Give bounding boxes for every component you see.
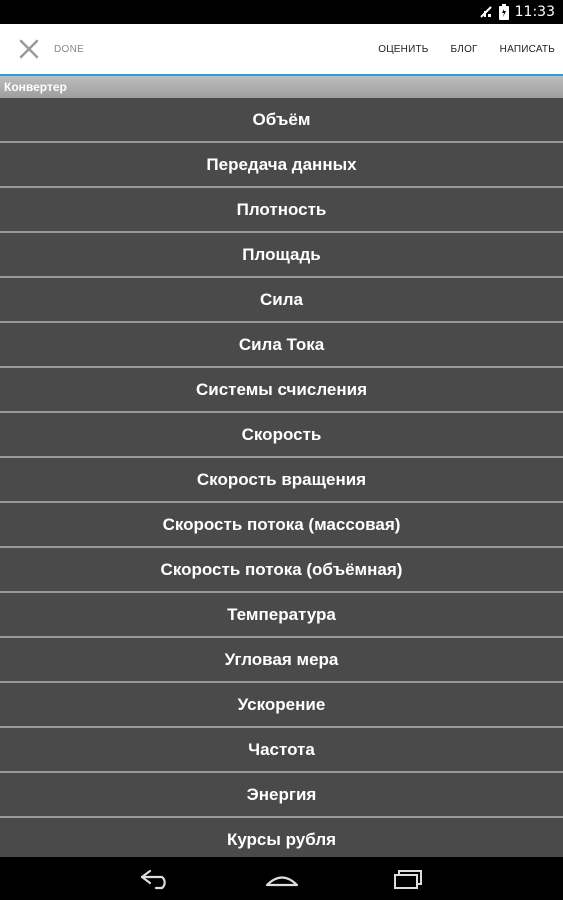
action-buttons: ОЦЕНИТЬ БЛОГ НАПИСАТЬ bbox=[378, 24, 555, 74]
recent-apps-icon[interactable] bbox=[390, 868, 426, 890]
list-item[interactable]: Курсы рубля bbox=[0, 818, 563, 857]
status-bar: 11:33 bbox=[0, 0, 563, 24]
list-item[interactable]: Скорость потока (объёмная) bbox=[0, 548, 563, 593]
back-icon[interactable] bbox=[138, 868, 174, 890]
done-label: DONE bbox=[54, 43, 85, 55]
list-item[interactable]: Объём bbox=[0, 98, 563, 143]
section-header: Конвертер bbox=[0, 76, 563, 99]
close-icon bbox=[19, 39, 39, 59]
blog-button[interactable]: БЛОГ bbox=[451, 44, 478, 55]
list-item[interactable]: Площадь bbox=[0, 233, 563, 278]
action-bar: DONE ОЦЕНИТЬ БЛОГ НАПИСАТЬ bbox=[0, 24, 563, 76]
home-icon[interactable] bbox=[264, 868, 300, 890]
converter-list[interactable]: Объём Передача данных Плотность Площадь … bbox=[0, 98, 563, 857]
section-title: Конвертер bbox=[4, 80, 67, 94]
list-item[interactable]: Сила Тока bbox=[0, 323, 563, 368]
list-item[interactable]: Ускорение bbox=[0, 683, 563, 728]
done-button[interactable]: DONE bbox=[18, 24, 84, 74]
list-item[interactable]: Угловая мера bbox=[0, 638, 563, 683]
list-item[interactable]: Энергия bbox=[0, 773, 563, 818]
list-item[interactable]: Системы счисления bbox=[0, 368, 563, 413]
list-item[interactable]: Частота bbox=[0, 728, 563, 773]
rate-button[interactable]: ОЦЕНИТЬ bbox=[378, 44, 428, 55]
list-item[interactable]: Сила bbox=[0, 278, 563, 323]
list-item[interactable]: Передача данных bbox=[0, 143, 563, 188]
list-item[interactable]: Плотность bbox=[0, 188, 563, 233]
list-item[interactable]: Скорость потока (массовая) bbox=[0, 503, 563, 548]
battery-icon bbox=[498, 4, 509, 20]
status-time: 11:33 bbox=[514, 4, 555, 20]
navigation-bar bbox=[0, 857, 563, 900]
write-button[interactable]: НАПИСАТЬ bbox=[500, 44, 555, 55]
list-item[interactable]: Температура bbox=[0, 593, 563, 638]
no-sim-icon bbox=[479, 6, 492, 18]
list-item[interactable]: Скорость bbox=[0, 413, 563, 458]
list-item[interactable]: Скорость вращения bbox=[0, 458, 563, 503]
status-icons: 11:33 bbox=[479, 0, 555, 24]
